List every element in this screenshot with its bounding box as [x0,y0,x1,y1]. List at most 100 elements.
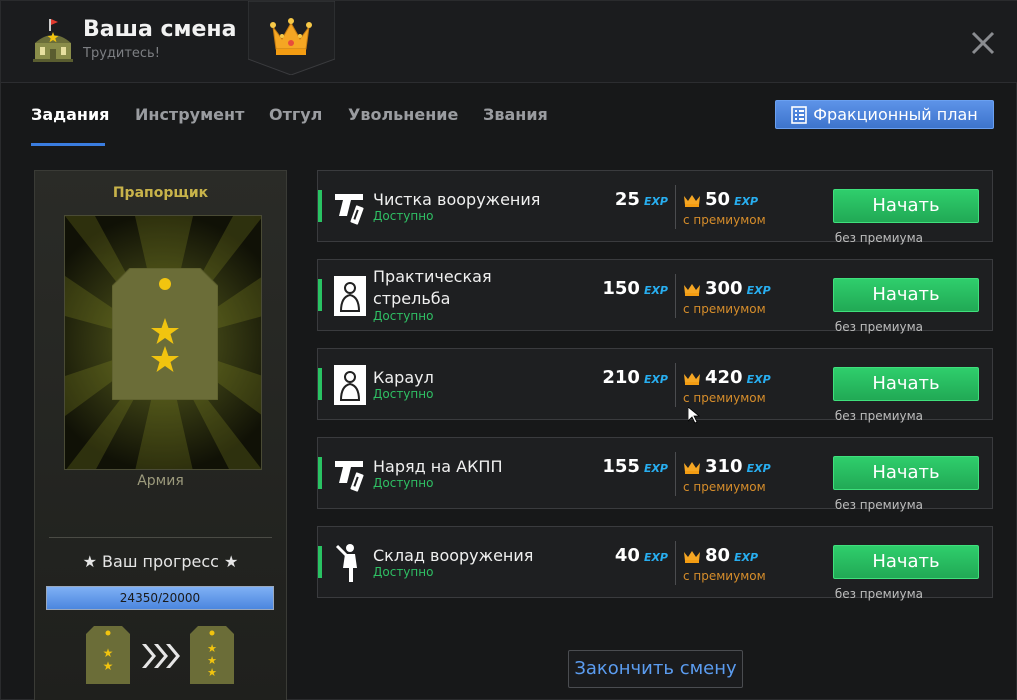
faction-plan-button[interactable]: Фракционный план [775,100,994,129]
exp-label: EXP [734,195,759,208]
hq-building-icon [33,19,73,62]
divider [49,537,272,538]
exp-label: EXP [643,195,668,208]
premium-tab[interactable] [248,1,335,75]
base-reward: 150 EXP [573,278,668,299]
premium-reward-value: 50 [705,189,731,210]
crown-icon [684,195,700,207]
base-reward-caption: без премиума [834,498,923,512]
start-button[interactable]: Начать [833,189,979,223]
premium-reward: 300 EXP [683,278,771,299]
rank-name: Прапорщик [112,185,209,201]
available-marker [318,279,322,311]
available-marker [318,190,322,222]
close-icon[interactable] [967,27,999,59]
soldier-icon [333,542,367,584]
reward-divider [675,185,676,229]
reward-divider [675,363,676,407]
base-reward-caption: без премиума [834,409,923,423]
task-status: Доступно [373,209,434,223]
available-marker [318,457,322,489]
faction-label: Армия [137,473,184,489]
start-button[interactable]: Начать [833,278,979,312]
premium-reward-caption: с премиумом [683,480,766,494]
exp-label: EXP [734,551,759,564]
task-title: Чистка вооружения [373,190,541,209]
premium-reward-value: 80 [705,545,731,566]
progress-title: ★ Ваш прогресс ★ [82,552,239,571]
exp-label: EXP [643,284,668,297]
target-icon [333,364,367,406]
task-row: Чистка вооружения Доступно 25 EXP без пре… [317,170,993,245]
svg-text:★: ★ [207,666,217,679]
base-reward-value: 150 [602,278,640,299]
pistol-icon [333,453,367,495]
task-status: Доступно [373,387,434,401]
task-row: Караул Доступно 210 EXP без премиума 420 E… [317,348,993,423]
shift-window: Ваша смена Трудитесь! Задания Инструмент… [0,0,1017,700]
exp-label: EXP [746,462,771,475]
reward-divider [675,541,676,585]
base-reward: 40 EXP [573,545,668,566]
premium-reward-caption: с премиумом [683,213,766,227]
mouse-cursor-icon [688,407,700,424]
crown-icon [684,462,700,474]
active-tab-indicator [31,143,105,146]
premium-reward-value: 420 [705,367,743,388]
rank-upgrade-preview: ★ ★ ★ ★ ★ [86,626,234,684]
svg-text:★: ★ [103,646,114,660]
available-marker [318,546,322,578]
rank-insignia-card [64,215,262,470]
exp-label: EXP [746,373,771,386]
start-button[interactable]: Начать [833,456,979,490]
base-reward: 155 EXP [573,456,668,477]
checklist-icon [791,105,808,124]
task-row: Практическая стрельба Доступно 150 EXP бе… [317,259,993,334]
reward-divider [675,274,676,318]
premium-reward-value: 300 [705,278,743,299]
base-reward-caption: без премиума [834,587,923,601]
premium-reward: 310 EXP [683,456,771,477]
exp-label: EXP [746,284,771,297]
task-row: Склад вооружения Доступно 40 EXP без прем… [317,526,993,601]
base-reward: 210 EXP [573,367,668,388]
tab-dismissal[interactable]: Увольнение [348,105,458,124]
base-reward-value: 155 [602,456,640,477]
tab-day-off[interactable]: Отгул [269,105,322,124]
base-reward-value: 40 [614,545,640,566]
start-button[interactable]: Начать [833,545,979,579]
premium-reward: 80 EXP [683,545,758,566]
tab-tools[interactable]: Инструмент [135,105,244,124]
base-reward: 25 EXP [573,189,668,210]
svg-text:★: ★ [103,659,114,673]
window-header: Ваша смена Трудитесь! [1,1,1017,83]
task-status: Доступно [373,565,434,579]
premium-reward-value: 310 [705,456,743,477]
crown-icon [684,284,700,296]
available-marker [318,368,322,400]
exp-label: EXP [643,551,668,564]
page-title: Ваша смена [83,17,237,42]
arrow-right-icon [142,644,180,668]
tab-ranks[interactable]: Звания [483,105,548,124]
tab-tasks[interactable]: Задания [31,105,109,124]
crown-icon [684,551,700,563]
task-status: Доступно [373,476,434,490]
task-status: Доступно [373,309,434,323]
current-rank-icon: ★ ★ [86,626,130,684]
task-title: Практическая стрельба [373,267,492,308]
rank-badge-icon [112,268,218,400]
reward-divider [675,452,676,496]
base-reward-caption: без премиума [834,320,923,334]
crown-icon [684,373,700,385]
task-row: Наряд на АКПП Доступно 155 EXP без премиу… [317,437,993,512]
base-reward-value: 25 [614,189,640,210]
target-icon [333,275,367,317]
finish-shift-button[interactable]: Закончить смену [568,650,743,688]
progress-bar: 24350/20000 [46,586,274,610]
start-button[interactable]: Начать [833,367,979,401]
base-reward-caption: без премиума [834,231,923,245]
crown-icon [270,18,312,55]
premium-reward-caption: с премиумом [683,569,766,583]
progress-text: 24350/20000 [119,591,201,605]
